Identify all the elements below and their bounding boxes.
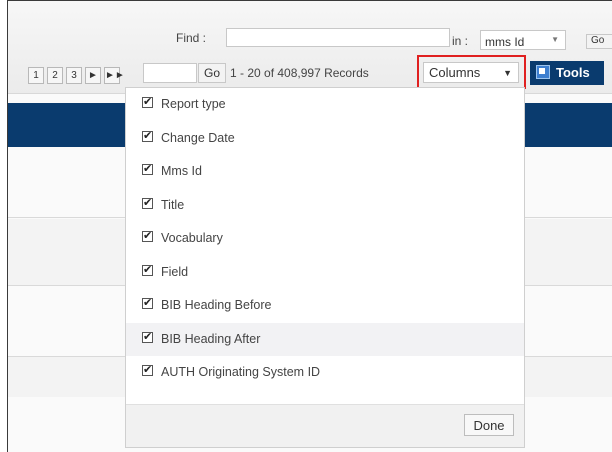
search-field-select[interactable]: mms Id ▼ xyxy=(480,30,566,50)
column-option-change-date[interactable]: ✔ Change Date xyxy=(126,122,524,156)
column-option-report-type[interactable]: ✔ Report type xyxy=(126,88,524,122)
records-count: 1 - 20 of 408,997 Records xyxy=(230,66,369,80)
columns-label: Columns xyxy=(429,65,481,80)
chevron-down-icon: ▼ xyxy=(503,68,512,78)
column-option-label: Field xyxy=(161,264,189,279)
column-option-label: BIB Heading Before xyxy=(161,298,272,312)
next-page-button[interactable]: ► xyxy=(85,67,101,84)
page-2-button[interactable]: 2 xyxy=(47,67,63,84)
pagination: 1 2 3 ► ►► xyxy=(28,67,125,84)
column-option-label: Report type xyxy=(161,97,226,111)
column-option-label: Title xyxy=(161,197,185,212)
columns-dropdown-button[interactable]: Columns ▼ xyxy=(423,62,519,83)
checkbox-checked-icon[interactable]: ✔ xyxy=(142,197,153,209)
checkbox-checked-icon[interactable]: ✔ xyxy=(142,298,153,309)
checkbox-checked-icon[interactable]: ✔ xyxy=(142,264,153,276)
column-option-mms-id[interactable]: ✔ Mms Id xyxy=(126,155,524,189)
page-go-button[interactable]: Go xyxy=(198,63,226,83)
tools-label: Tools xyxy=(556,65,590,80)
app-frame: Find : in : mms Id ▼ Go 1 2 3 ► ►► Go 1 … xyxy=(7,0,612,452)
find-input[interactable] xyxy=(226,28,450,47)
find-label: Find : xyxy=(176,31,207,45)
checkbox-checked-icon[interactable]: ✔ xyxy=(142,97,153,108)
column-option-label: BIB Heading After xyxy=(161,331,261,346)
checkbox-checked-icon[interactable]: ✔ xyxy=(142,365,153,376)
toolbar: Find : in : mms Id ▼ Go 1 2 3 ► ►► Go 1 … xyxy=(8,1,612,94)
column-option-bib-heading-before[interactable]: ✔ BIB Heading Before xyxy=(126,289,524,323)
column-option-bib-heading-after[interactable]: ✔ BIB Heading After xyxy=(126,322,524,356)
page-3-button[interactable]: 3 xyxy=(66,67,82,84)
columns-menu-list: ✔ Report type ✔ Change Date ✔ Mms Id ✔ T… xyxy=(126,88,524,390)
last-page-button[interactable]: ►► xyxy=(104,67,125,84)
in-label: in : xyxy=(452,34,469,48)
column-option-title[interactable]: ✔ Title xyxy=(126,189,524,223)
tools-icon xyxy=(536,65,550,79)
page-number-input[interactable] xyxy=(143,63,197,83)
checkbox-checked-icon[interactable]: ✔ xyxy=(142,164,153,175)
column-option-label: AUTH Originating System ID xyxy=(161,365,321,379)
find-go-button[interactable]: Go xyxy=(586,34,612,49)
tools-button[interactable]: Tools xyxy=(530,61,604,85)
columns-menu: ✔ Report type ✔ Change Date ✔ Mms Id ✔ T… xyxy=(125,87,525,448)
done-button[interactable]: Done xyxy=(464,414,514,436)
checkbox-checked-icon[interactable]: ✔ xyxy=(142,130,153,142)
checkbox-checked-icon[interactable]: ✔ xyxy=(142,331,153,343)
column-option-field[interactable]: ✔ Field xyxy=(126,256,524,290)
column-option-label: Mms Id xyxy=(161,164,202,178)
columns-menu-footer: Done xyxy=(126,404,524,447)
column-option-auth-originating-system-id[interactable]: ✔ AUTH Originating System ID xyxy=(126,356,524,390)
checkbox-checked-icon[interactable]: ✔ xyxy=(142,231,153,242)
page-1-button[interactable]: 1 xyxy=(28,67,44,84)
search-field-value: mms Id xyxy=(485,35,525,49)
column-option-vocabulary[interactable]: ✔ Vocabulary xyxy=(126,222,524,256)
chevron-down-icon: ▼ xyxy=(551,35,559,44)
column-option-label: Vocabulary xyxy=(161,231,223,245)
column-option-label: Change Date xyxy=(161,130,235,145)
